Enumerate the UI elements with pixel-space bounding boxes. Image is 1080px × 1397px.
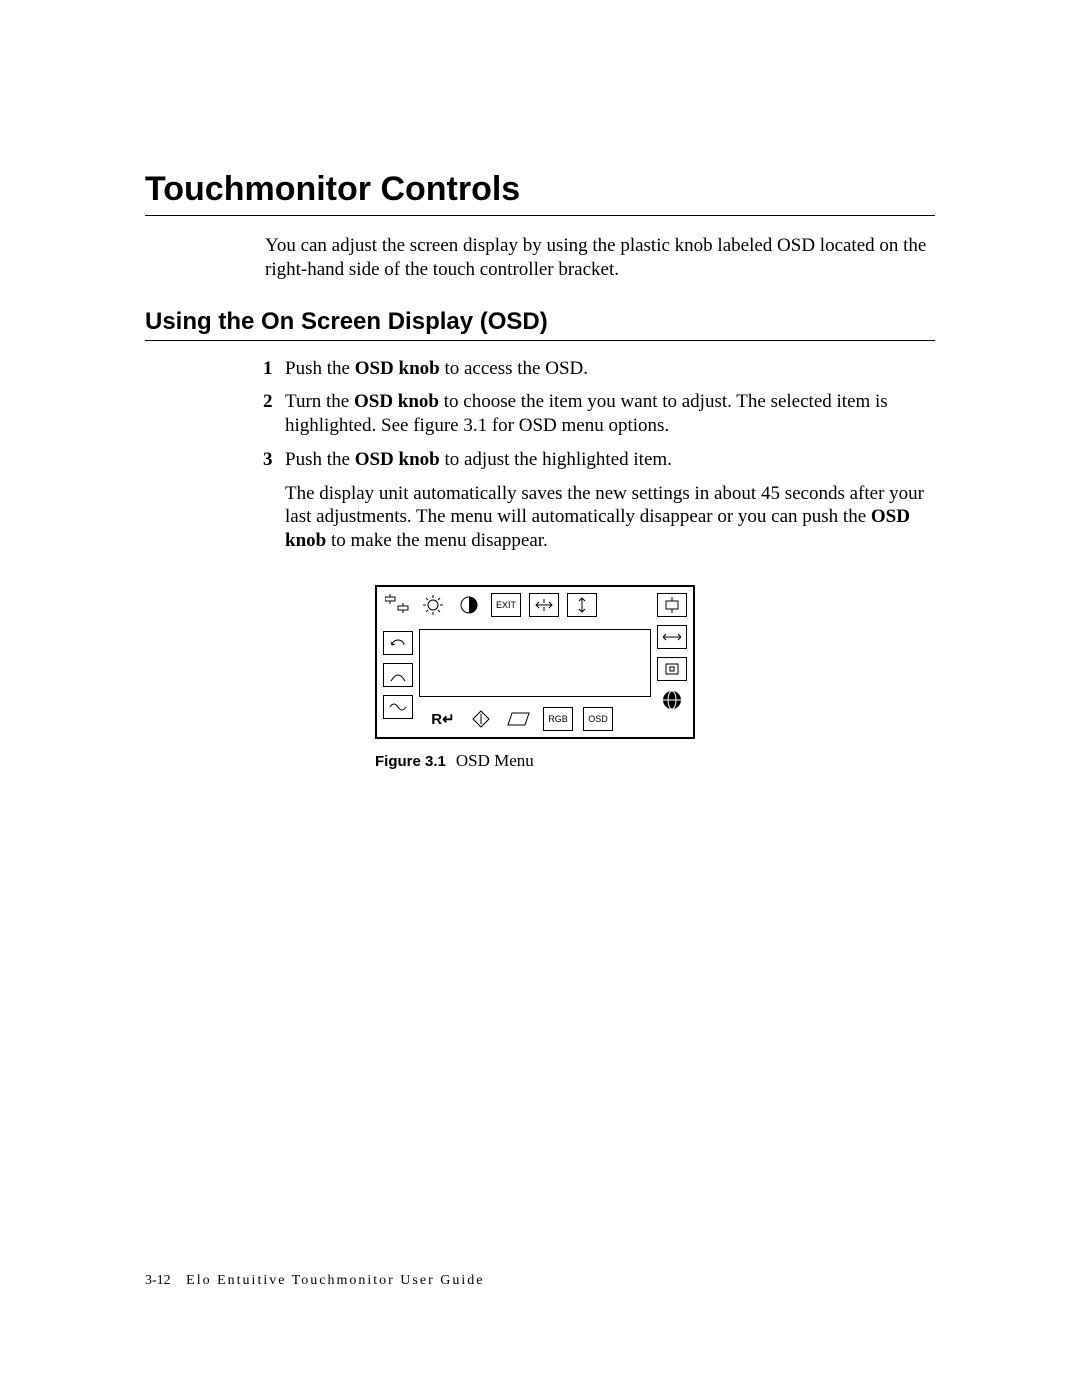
rgb-button-icon: RGB	[543, 707, 573, 731]
steps-list: 1 Push the OSD knob to access the OSD. 2…	[263, 357, 935, 472]
h-size-icon	[657, 625, 687, 649]
figure-label: Figure 3.1	[375, 753, 446, 770]
degauss-icon	[467, 708, 495, 730]
pincushion-icon	[657, 657, 687, 681]
note-paragraph: The display unit automatically saves the…	[285, 482, 935, 553]
parallelogram-icon	[505, 708, 533, 730]
step-text-before: Turn the	[285, 391, 354, 412]
osd-row-top: EXIT	[383, 593, 597, 617]
note-part-c: to make the menu disappear.	[326, 530, 548, 551]
divider	[145, 340, 935, 341]
page-footer: 3-12 Elo Entuitive Touchmonitor User Gui…	[145, 1273, 484, 1289]
footer-title: Elo Entuitive Touchmonitor User Guide	[186, 1273, 484, 1288]
figure-caption: Figure 3.1 OSD Menu	[375, 751, 935, 771]
intro-paragraph: You can adjust the screen display by usi…	[265, 234, 935, 282]
divider	[145, 215, 935, 216]
page: Touchmonitor Controls You can adjust the…	[0, 0, 1080, 1397]
h-position-icon	[529, 593, 559, 617]
v-position-icon	[567, 593, 597, 617]
rotation-icon	[383, 631, 413, 655]
osd-panel: EXIT	[375, 585, 695, 739]
step-text-before: Push the	[285, 358, 355, 379]
step-number: 2	[263, 390, 273, 414]
contrast-icon	[455, 594, 483, 616]
figure-osd-menu: EXIT	[375, 585, 935, 771]
globe-icon	[658, 689, 686, 711]
recall-icon: R↵	[429, 708, 457, 730]
trapezoid-icon	[383, 663, 413, 687]
step-3: 3 Push the OSD knob to adjust the highli…	[263, 448, 935, 472]
page-title: Touchmonitor Controls	[145, 170, 935, 209]
osd-col-right	[657, 593, 687, 711]
step-2: 2 Turn the OSD knob to choose the item y…	[263, 390, 935, 438]
step-text-after: to adjust the highlighted item.	[440, 449, 672, 470]
osd-col-left	[383, 631, 413, 719]
input-signal-icon	[383, 594, 411, 616]
osd-row-bottom: R↵ RGB OSD	[383, 707, 613, 731]
step-bold: OSD knob	[355, 449, 440, 470]
step-bold: OSD knob	[355, 358, 440, 379]
v-size-icon	[657, 593, 687, 617]
osd-display-area	[419, 629, 651, 697]
step-number: 3	[263, 448, 273, 472]
figure-caption-text: OSD Menu	[456, 751, 534, 770]
note-part-a: The display unit automatically saves the…	[285, 483, 924, 528]
step-number: 1	[263, 357, 273, 381]
step-text-after: to access the OSD.	[440, 358, 588, 379]
step-text-before: Push the	[285, 449, 355, 470]
exit-button-icon: EXIT	[491, 593, 521, 617]
step-1: 1 Push the OSD knob to access the OSD.	[263, 357, 935, 381]
step-bold: OSD knob	[354, 391, 439, 412]
osd-button-icon: OSD	[583, 707, 613, 731]
page-number: 3-12	[145, 1273, 171, 1288]
subheading-osd: Using the On Screen Display (OSD)	[145, 308, 935, 336]
brightness-icon	[419, 594, 447, 616]
